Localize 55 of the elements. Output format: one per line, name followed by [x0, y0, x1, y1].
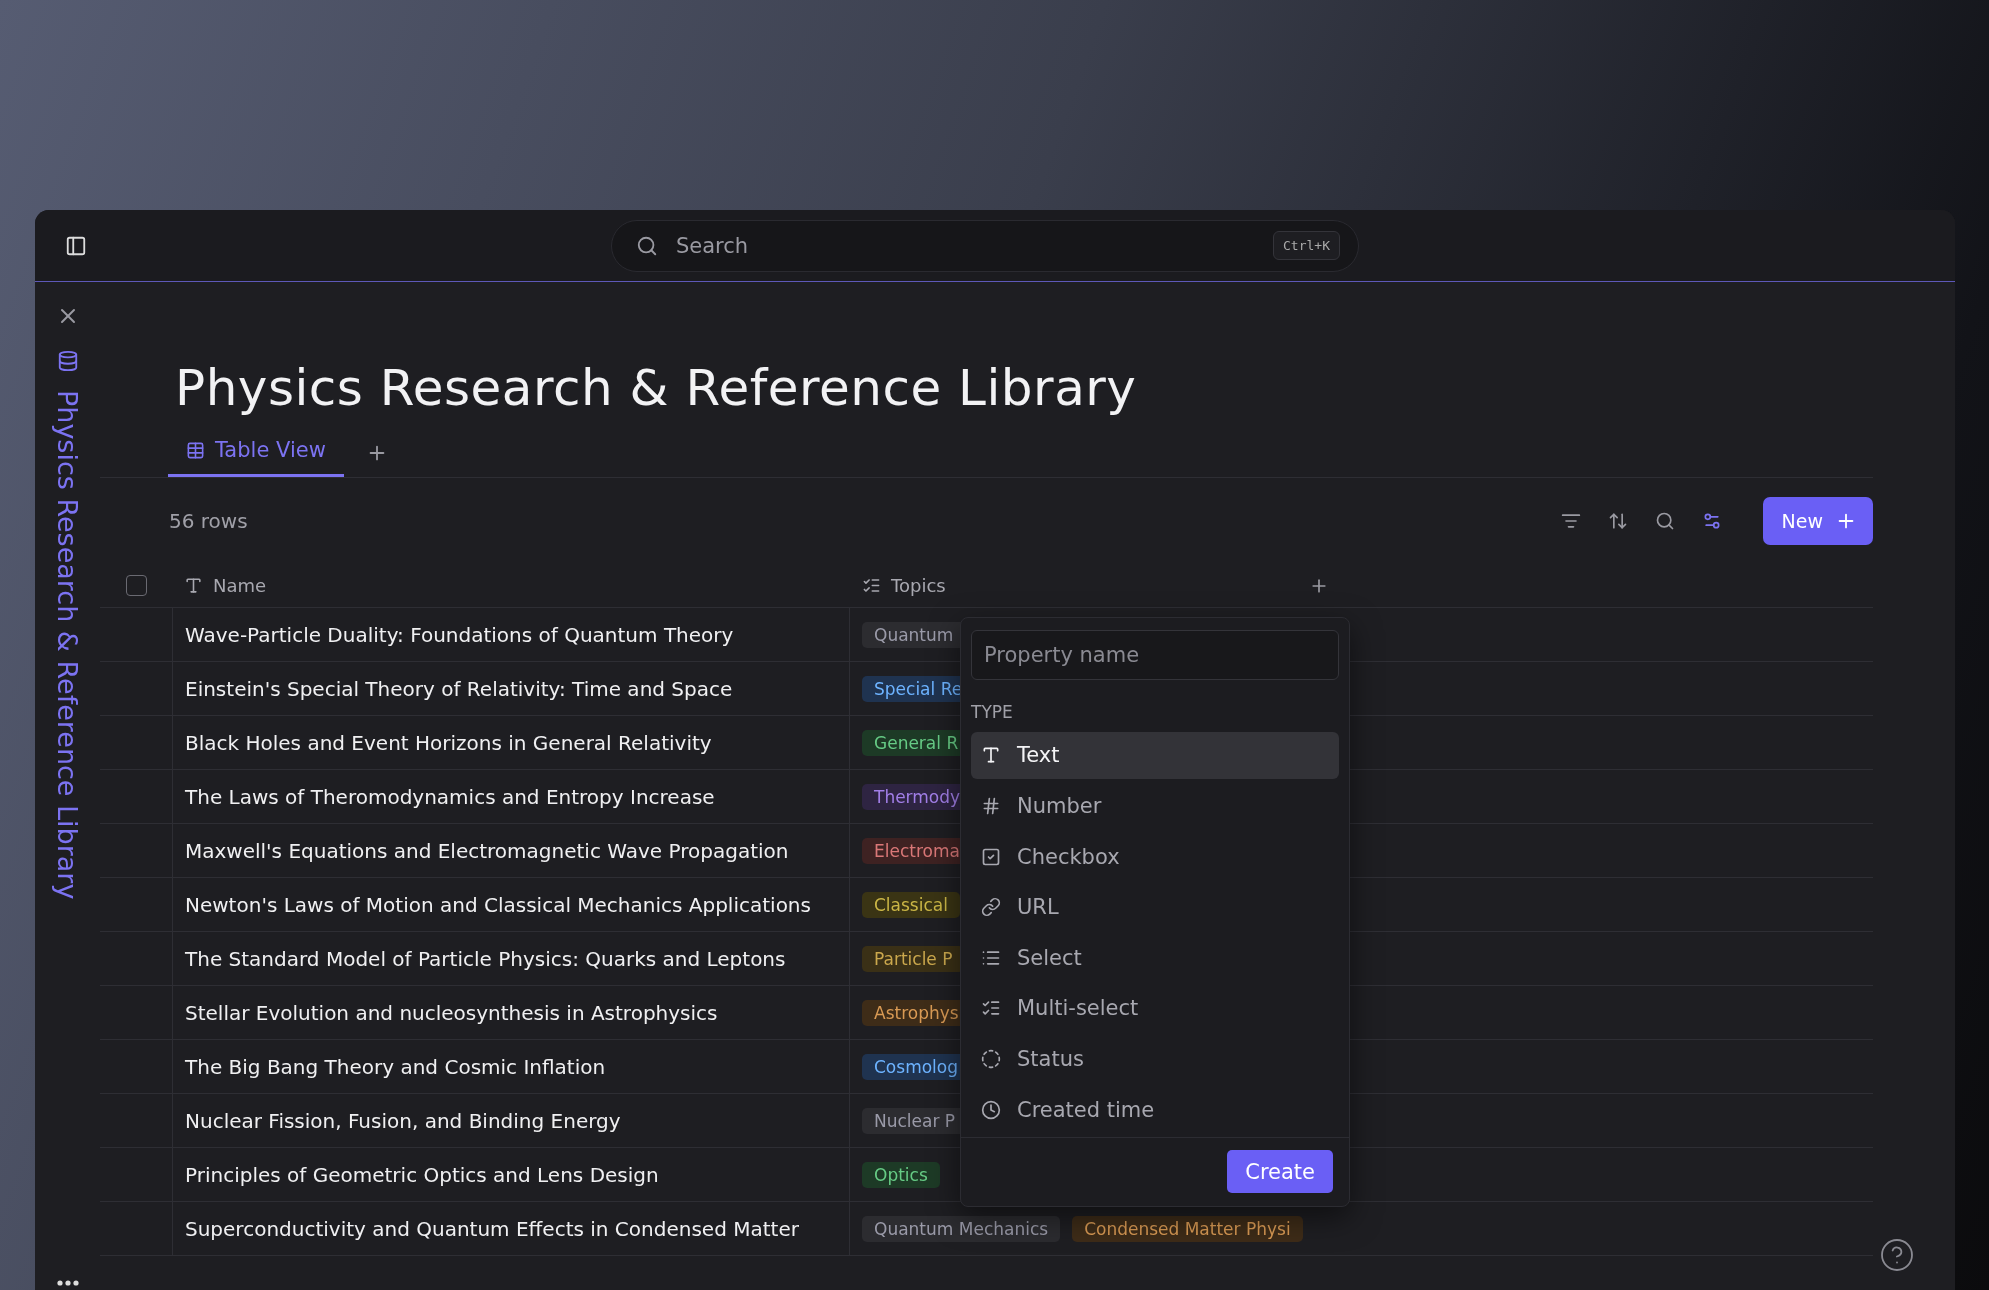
- create-button[interactable]: Create: [1227, 1150, 1333, 1194]
- sidebar-icon: [65, 234, 87, 257]
- property-type-option[interactable]: Multi-select: [971, 984, 1339, 1033]
- dashed-circle-icon: [981, 1049, 1001, 1070]
- property-type-option[interactable]: Select: [971, 934, 1339, 982]
- row-count: 56 rows: [169, 509, 248, 533]
- property-type-option[interactable]: Checkbox: [971, 832, 1339, 881]
- checklist-icon: [862, 576, 881, 595]
- new-button[interactable]: New: [1762, 497, 1873, 545]
- name-cell: Newton's Laws of Motion and Classical Mechanics Applications: [172, 878, 850, 931]
- text-type-icon: [981, 745, 1001, 766]
- sidebar-title: Physics Research & Reference Library: [52, 390, 83, 900]
- text-type-icon: [184, 576, 203, 595]
- topic-tag: Classical: [862, 891, 960, 918]
- search-bar[interactable]: Search Ctrl+K: [611, 219, 1359, 272]
- name-cell: The Standard Model of Particle Physics: Quarks and Leptons: [172, 932, 850, 985]
- name-cell: Einstein's Special Theory of Relativity: Time and Space: [172, 662, 850, 715]
- topic-tag: Quantum Mechanics: [862, 1215, 1061, 1242]
- shortcut-hint: Ctrl+K: [1273, 231, 1340, 260]
- select-all-checkbox[interactable]: [125, 575, 147, 596]
- column-header[interactable]: Topics: [850, 575, 1305, 596]
- property-type-option[interactable]: Created time: [971, 1085, 1339, 1134]
- database-icon: [56, 350, 79, 372]
- topic-tag: Optics: [862, 1161, 940, 1188]
- name-cell: The Big Bang Theory and Cosmic Inflation: [172, 1040, 850, 1093]
- link-icon: [981, 897, 1001, 918]
- checkbox-icon: [981, 846, 1001, 867]
- name-cell: Principles of Geometric Optics and Lens Design: [172, 1148, 850, 1201]
- property-type-option[interactable]: Status: [971, 1035, 1339, 1083]
- property-name-field[interactable]: Property name: [971, 630, 1339, 680]
- search-icon: [636, 234, 658, 257]
- page-title: Physics Research & Reference Library: [175, 358, 1138, 418]
- section-label: TYPE: [971, 701, 1014, 722]
- property-type-option[interactable]: Number: [971, 782, 1339, 830]
- name-cell: Maxwell's Equations and Electromagnetic Wave Propagation: [172, 824, 850, 877]
- name-cell: Wave-Particle Duality: Foundations of Quantum Theory: [172, 608, 850, 661]
- name-cell: Stellar Evolution and nucleosynthesis in Astrophysics: [172, 986, 850, 1039]
- view-tab[interactable]: Table View: [168, 428, 344, 477]
- hash-icon: [981, 796, 1001, 816]
- sort-icon: [1607, 511, 1628, 531]
- clock-icon: [981, 1099, 1001, 1120]
- search-field[interactable]: Search: [674, 232, 1258, 259]
- name-cell: Nuclear Fission, Fusion, and Binding Energy: [172, 1094, 850, 1147]
- filter-icon: [1560, 511, 1581, 531]
- topic-tag: Condensed Matter Physi: [1072, 1215, 1303, 1242]
- table-icon: [186, 440, 205, 460]
- help-icon: [1879, 1237, 1915, 1273]
- property-type-option[interactable]: URL: [971, 883, 1339, 932]
- name-cell: Superconductivity and Quantum Effects in Condensed Matter: [172, 1202, 850, 1255]
- ellipsis-icon: [56, 1280, 79, 1286]
- name-cell: The Laws of Theromodynamics and Entropy Increase: [172, 770, 850, 823]
- column-header[interactable]: Name: [172, 575, 850, 596]
- property-type-option[interactable]: Text: [971, 731, 1339, 780]
- name-cell: Black Holes and Event Horizons in General Relativity: [172, 716, 850, 769]
- search-icon: [1654, 511, 1675, 531]
